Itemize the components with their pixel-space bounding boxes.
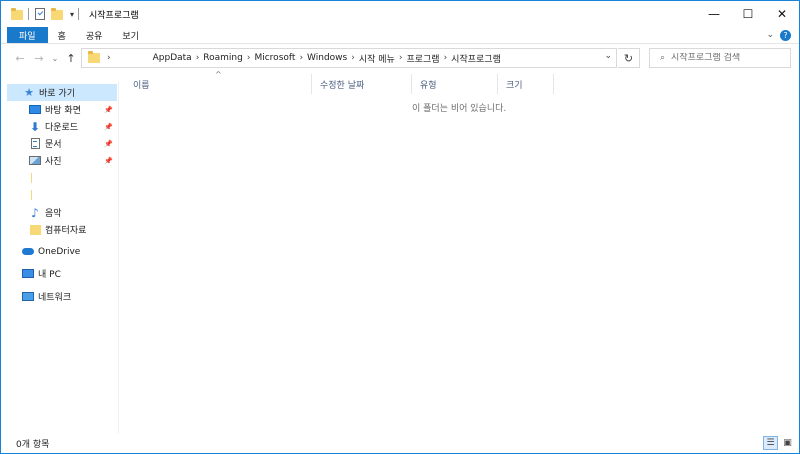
column-date-modified[interactable]: 수정한 날짜 bbox=[312, 74, 412, 94]
breadcrumb-windows[interactable]: Windows bbox=[307, 53, 347, 63]
window-title: 시작프로그램 bbox=[89, 10, 139, 21]
search-icon: ⌕ bbox=[660, 53, 666, 63]
download-icon: ⬇ bbox=[29, 119, 41, 134]
pin-icon[interactable]: 📌 bbox=[104, 123, 113, 131]
minimize-button[interactable]: — bbox=[697, 1, 731, 27]
sidebar-item-label: 문서 bbox=[45, 140, 62, 150]
folder-icon bbox=[88, 51, 100, 63]
sidebar-item-music[interactable]: ♪ 음악 bbox=[29, 204, 117, 221]
sidebar-item-label: OneDrive bbox=[38, 246, 81, 257]
large-icons-view-icon[interactable]: ▣ bbox=[780, 436, 795, 450]
sidebar-item-this-pc[interactable]: 내 PC bbox=[22, 265, 117, 282]
search-input[interactable] bbox=[671, 53, 782, 63]
tab-file[interactable]: 파일 bbox=[7, 27, 48, 43]
empty-folder-message: 이 폴더는 비어 있습니다. bbox=[412, 104, 507, 114]
sidebar-item-label: 음악 bbox=[45, 209, 62, 219]
network-icon bbox=[22, 292, 34, 301]
up-button[interactable]: ↑ bbox=[63, 50, 79, 66]
pin-icon[interactable]: 📌 bbox=[104, 140, 113, 148]
breadcrumb-appdata[interactable]: AppData bbox=[153, 53, 192, 63]
sidebar-item-documents[interactable]: 문서 📌 bbox=[29, 135, 117, 152]
star-icon: ★ bbox=[24, 86, 34, 99]
toolbar-divider bbox=[28, 8, 29, 20]
folder-icon[interactable] bbox=[10, 7, 24, 21]
documents-icon bbox=[30, 138, 40, 149]
tab-home[interactable]: 홈 bbox=[48, 27, 76, 43]
sidebar-item-label: 내 PC bbox=[38, 270, 61, 280]
sidebar-item-label: 사진 bbox=[45, 157, 62, 167]
window-controls: — ☐ ✕ bbox=[697, 1, 799, 27]
view-switcher: ☰ ▣ bbox=[761, 436, 795, 450]
details-view-icon[interactable]: ☰ bbox=[763, 436, 778, 450]
sidebar-item-computer-files[interactable]: 컴퓨터자료 bbox=[29, 221, 117, 238]
tab-view[interactable]: 보기 bbox=[112, 27, 149, 43]
pc-icon bbox=[22, 269, 34, 278]
address-bar[interactable]: › AppData › Roaming › Microsoft › Window… bbox=[81, 48, 617, 68]
help-icon[interactable]: ? bbox=[780, 29, 791, 41]
breadcrumb-programs[interactable]: 프로그램 bbox=[406, 52, 439, 65]
forward-button[interactable]: → bbox=[31, 50, 47, 66]
unnamed-folder-icon[interactable] bbox=[31, 173, 32, 183]
chevron-right-icon[interactable]: › bbox=[351, 53, 355, 63]
address-dropdown-icon[interactable]: ⌄ bbox=[604, 51, 612, 61]
refresh-button[interactable]: ↻ bbox=[618, 48, 640, 68]
ribbon-divider bbox=[1, 43, 799, 44]
maximize-button[interactable]: ☐ bbox=[731, 1, 765, 27]
column-name[interactable]: 이름 bbox=[125, 74, 312, 94]
sidebar-item-label: 바로 가기 bbox=[39, 89, 75, 99]
expand-ribbon-icon[interactable]: ⌄ bbox=[766, 30, 774, 40]
chevron-right-icon[interactable]: › bbox=[196, 53, 200, 63]
pin-icon[interactable]: 📌 bbox=[104, 106, 113, 114]
item-count: 0개 항목 bbox=[16, 440, 50, 450]
folder-icon bbox=[29, 224, 41, 235]
sidebar-item-pictures[interactable]: 사진 📌 bbox=[29, 152, 117, 169]
chevron-right-icon[interactable]: › bbox=[444, 53, 448, 63]
properties-icon[interactable] bbox=[33, 7, 47, 21]
search-box[interactable]: ⌕ bbox=[649, 48, 791, 68]
file-list[interactable]: ^ 이름 수정한 날짜 유형 크기 이 폴더는 비어 있습니다. bbox=[119, 70, 799, 434]
unnamed-folder-icon[interactable] bbox=[31, 190, 32, 200]
ribbon-tabs: 파일 홈 공유 보기 ⌄ ? bbox=[1, 27, 799, 43]
title-bar: ▾ 시작프로그램 — ☐ ✕ bbox=[1, 1, 799, 27]
customize-toolbar-dropdown[interactable]: ▾ bbox=[67, 10, 77, 19]
pin-icon[interactable]: 📌 bbox=[104, 157, 113, 165]
chevron-right-icon[interactable]: › bbox=[107, 53, 111, 63]
column-size[interactable]: 크기 bbox=[498, 74, 554, 94]
sidebar-item-desktop[interactable]: 바탕 화면 📌 bbox=[29, 101, 117, 118]
toolbar-divider bbox=[78, 8, 79, 20]
music-icon: ♪ bbox=[31, 205, 39, 220]
sidebar-item-label: 다운로드 bbox=[45, 123, 79, 133]
breadcrumb-roaming[interactable]: Roaming bbox=[203, 53, 243, 63]
breadcrumb-startup[interactable]: 시작프로그램 bbox=[451, 52, 501, 65]
sidebar-item-quick-access[interactable]: ★ 바로 가기 bbox=[7, 84, 117, 101]
sidebar-item-label: 바탕 화면 bbox=[45, 106, 81, 116]
navigation-pane: ★ 바로 가기 바탕 화면 📌 ⬇ 다운로드 📌 문서 📌 사진 📌 ♪ 음악 bbox=[1, 81, 119, 433]
column-headers: ^ 이름 수정한 날짜 유형 크기 bbox=[119, 70, 799, 94]
sidebar-item-downloads[interactable]: ⬇ 다운로드 📌 bbox=[29, 118, 117, 135]
back-button[interactable]: ← bbox=[12, 50, 28, 66]
onedrive-icon bbox=[22, 248, 34, 255]
sidebar-item-label: 컴퓨터자료 bbox=[45, 226, 87, 236]
sidebar-item-onedrive[interactable]: OneDrive bbox=[22, 243, 117, 260]
status-bar: 0개 항목 ☰ ▣ bbox=[1, 434, 799, 453]
navigation-bar: ← → ⌄ ↑ › AppData › Roaming › Microsoft … bbox=[1, 46, 799, 70]
close-button[interactable]: ✕ bbox=[765, 1, 799, 27]
breadcrumb-microsoft[interactable]: Microsoft bbox=[254, 53, 295, 63]
breadcrumb-start-menu[interactable]: 시작 메뉴 bbox=[359, 52, 395, 65]
sidebar-item-label: 네트워크 bbox=[38, 293, 72, 303]
desktop-icon bbox=[29, 105, 41, 114]
ribbon-controls: ⌄ ? bbox=[766, 27, 791, 43]
tab-share[interactable]: 공유 bbox=[76, 27, 113, 43]
quick-access-toolbar: ▾ bbox=[1, 1, 83, 27]
sidebar-item-network[interactable]: 네트워크 bbox=[22, 288, 117, 305]
pictures-icon bbox=[29, 156, 41, 165]
chevron-right-icon[interactable]: › bbox=[399, 53, 403, 63]
recent-locations-dropdown[interactable]: ⌄ bbox=[47, 50, 63, 66]
explorer-window: ▾ 시작프로그램 — ☐ ✕ 파일 홈 공유 보기 ⌄ ? ← → ⌄ ↑ › … bbox=[0, 0, 800, 454]
column-type[interactable]: 유형 bbox=[412, 74, 498, 94]
chevron-right-icon[interactable]: › bbox=[299, 53, 303, 63]
new-folder-icon[interactable] bbox=[50, 7, 64, 21]
chevron-right-icon[interactable]: › bbox=[247, 53, 251, 63]
